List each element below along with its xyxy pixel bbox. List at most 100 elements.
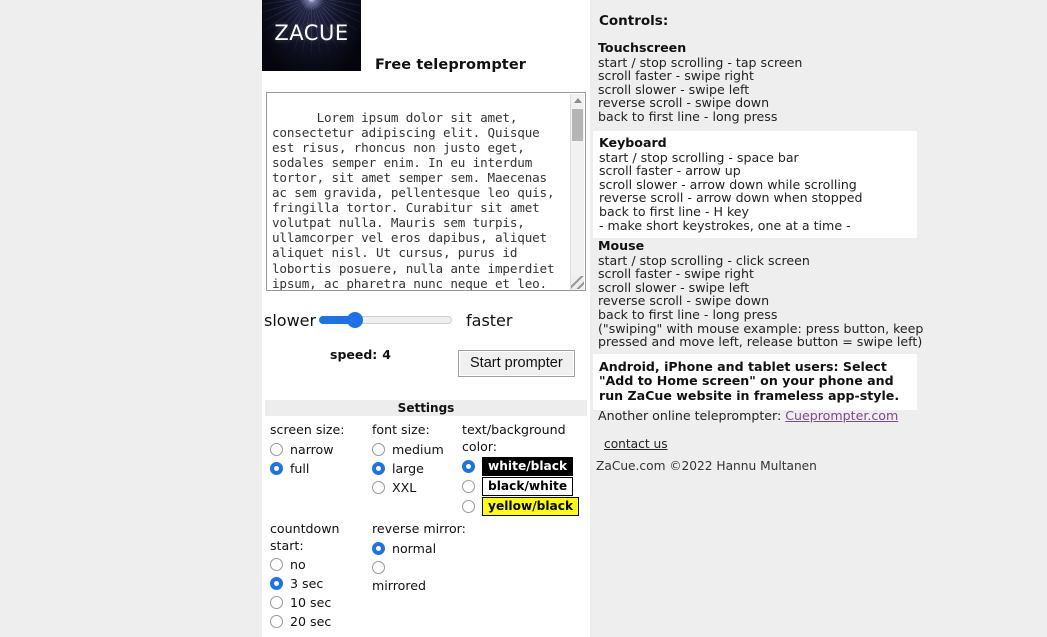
keyboard-line: scroll faster - arrow up [599,163,741,179]
radio-icon[interactable] [462,459,475,473]
speed-slider[interactable] [319,311,452,329]
start-prompter-button[interactable]: Start prompter [458,350,575,377]
touchscreen-line: scroll slower - swipe left [598,81,750,97]
radio-icon[interactable] [270,577,283,590]
radio-label: 3 sec [290,576,324,591]
copyright-text: ZaCue.com ©2022 Hannu Multanen [596,459,817,473]
mouse-line: pressed and move left, release button = … [598,334,923,350]
radio-label: narrow [290,441,334,457]
radio-icon[interactable] [270,442,283,456]
controls-panel: Controls: Touchscreen start / stop scrol… [590,0,1047,637]
keyboard-line: - make short keystrokes, one at a time - [599,217,851,233]
color-swatch-yellow-black: yellow/black [482,496,580,516]
controls-title: Controls: [599,13,669,29]
prompter-panel: ZACUE Free teleprompter Lorem ipsum dolo… [262,0,590,637]
keyboard-line: back to first line - H key [599,203,749,219]
radio-icon[interactable] [462,479,475,493]
touchscreen-line: scroll faster - swipe right [598,68,754,84]
scrollbar-thumb[interactable] [572,109,583,141]
radio-label-mirrored: mirrored [372,577,426,593]
radio-icon[interactable] [372,461,385,475]
script-text: Lorem ipsum dolor sit amet, consectetur … [272,110,555,291]
textarea-resize-handle[interactable] [571,276,584,289]
script-textarea[interactable]: Lorem ipsum dolor sit amet, consectetur … [266,92,586,291]
radio-font-size-medium[interactable]: medium [372,440,452,459]
radio-countdown-no[interactable]: no [270,555,366,574]
countdown-title: countdown start: [270,521,340,553]
touchscreen-line: reverse scroll - swipe down [598,95,770,111]
slider-label-faster: faster [466,311,513,330]
another-teleprompter-prefix: Another online teleprompter: [598,408,782,423]
radio-font-size-xxl[interactable]: XXL [372,478,452,497]
radio-icon[interactable] [372,442,385,456]
setting-group-font-size: font size: medium large XXL [372,422,452,497]
radio-icon[interactable] [270,615,283,628]
speed-readout: speed: 4 [330,347,391,362]
radio-mirror-normal[interactable]: normal [372,539,472,558]
mouse-line: scroll slower - swipe left [598,279,750,295]
radio-countdown-20sec[interactable]: 20 sec [270,612,366,631]
radio-icon[interactable] [270,596,283,609]
radio-countdown-3sec[interactable]: 3 sec [270,574,366,593]
keyboard-line: start / stop scrolling - space bar [599,149,799,165]
color-swatch-black-white: black/white [482,476,574,496]
touchscreen-line: start / stop scrolling - tap screen [598,54,803,70]
radio-icon[interactable] [462,499,475,513]
slider-label-slower: slower [264,311,317,330]
another-teleprompter-line: Another online teleprompter: Cueprompter… [598,408,898,423]
logo-text: ZACUE [274,21,349,45]
touchscreen-heading: Touchscreen [598,40,687,55]
zacue-logo: ZACUE [262,0,361,71]
mouse-line: start / stop scrolling - click screen [598,252,810,268]
radio-label: full [290,460,310,476]
radio-label: 10 sec [290,595,332,610]
mouse-line: ("swiping" with mouse example: press but… [598,320,924,336]
speed-slider-row: slower faster [262,308,590,334]
radio-color-yellow-black[interactable]: yellow/black [462,496,590,516]
radio-icon[interactable] [372,560,385,574]
controls-mouse-block: Mouse start / stop scrolling - click scr… [598,239,938,349]
radio-screen-size-full[interactable]: full [270,459,346,478]
tagline: Free teleprompter [375,57,527,73]
radio-icon[interactable] [372,480,385,494]
contact-us-link[interactable]: contact us [604,437,668,451]
radio-icon[interactable] [270,558,283,571]
setting-group-color: text/background color: white/black black… [462,422,590,516]
scroll-up-arrow-icon[interactable] [571,94,584,107]
radio-screen-size-narrow[interactable]: narrow [270,440,346,459]
mouse-line: scroll faster - swipe right [598,266,754,282]
settings-header: Settings [265,400,587,416]
setting-group-screen-size: screen size: narrow full [270,422,346,478]
radio-label: XXL [392,479,417,495]
radio-label: normal [392,540,437,556]
radio-mirror-mirrored[interactable] [372,558,472,577]
color-title: text/background color: [462,422,566,454]
font-size-title: font size: [372,422,430,437]
page-root: ZACUE Free teleprompter Lorem ipsum dolo… [0,0,1047,637]
keyboard-heading: Keyboard [599,135,667,150]
mobile-note: Android, iPhone and tablet users: Select… [593,354,917,411]
script-scrollbar[interactable] [570,94,584,290]
color-swatch-white-black: white/black [482,456,574,476]
controls-keyboard-block: Keyboard start / stop scrolling - space … [593,131,917,239]
radio-color-black-white[interactable]: black/white [462,476,590,496]
radio-icon[interactable] [372,541,385,555]
mouse-heading: Mouse [598,238,645,253]
radio-label: large [392,460,424,476]
radio-countdown-10sec[interactable]: 10 sec [270,593,366,612]
radio-label: medium [392,441,444,457]
slider-thumb[interactable] [347,312,363,328]
radio-label: no [290,557,306,572]
mouse-line: back to first line - long press [598,306,778,322]
radio-label: 20 sec [290,614,332,629]
touchscreen-line: back to first line - long press [598,108,778,124]
setting-group-mirror: reverse mirror: normal mirrored [372,521,472,594]
radio-icon[interactable] [270,461,283,475]
controls-touchscreen-block: Touchscreen start / stop scrolling - tap… [598,41,938,124]
keyboard-line: reverse scroll - arrow down when stopped [599,190,863,206]
radio-font-size-large[interactable]: large [372,459,452,478]
radio-color-white-black[interactable]: white/black [462,456,590,476]
mirror-title: reverse mirror: [372,521,466,536]
cueprompter-link[interactable]: Cueprompter.com [785,408,898,423]
speed-value: 4 [382,347,391,362]
